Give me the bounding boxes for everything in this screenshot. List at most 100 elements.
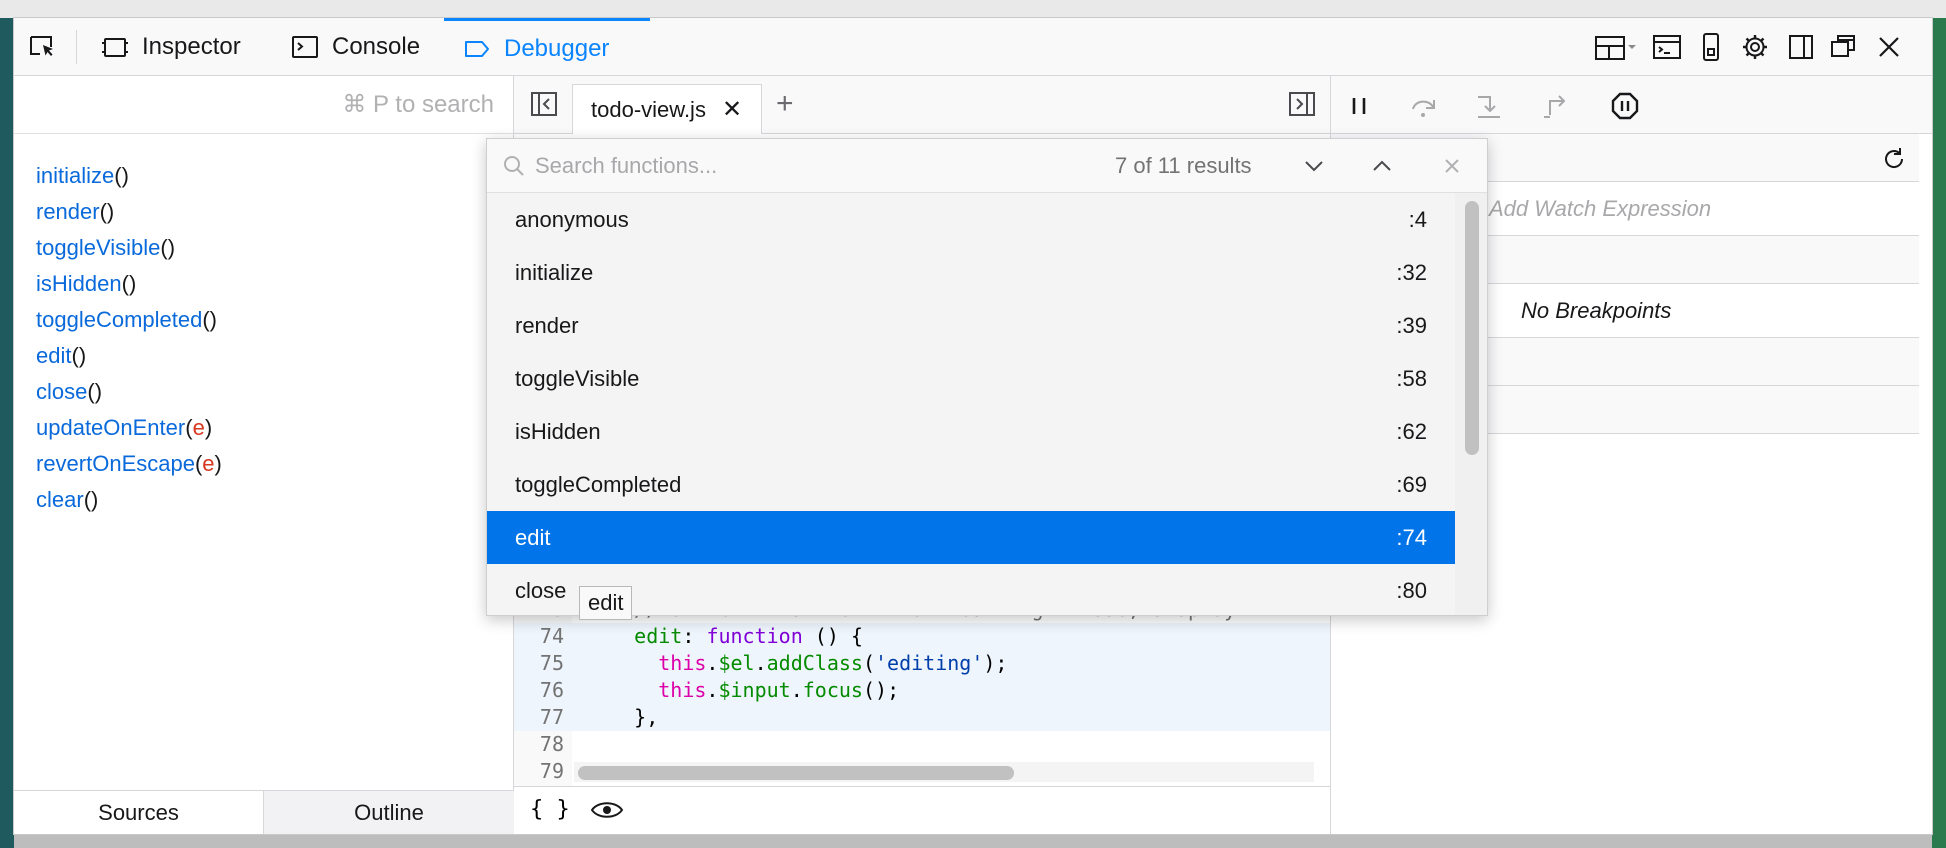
line-number[interactable]: 78 [514,731,572,758]
tooltip: edit [579,586,633,620]
step-over-button[interactable] [1405,88,1441,124]
desktop-backdrop-top [0,0,1946,18]
previous-result-button[interactable] [1367,151,1397,181]
refresh-icon[interactable] [1881,146,1907,178]
editor-tab-bar: todo-view.js ✕ + [514,76,1330,134]
outline-item[interactable]: initialize() [36,158,222,194]
pause-on-exceptions-icon [1611,92,1639,120]
code-line[interactable]: 75 this.$el.addClass('editing'); [514,650,1330,677]
dock-side-button[interactable] [1786,28,1816,66]
outline-function-name: revertOnEscape [36,451,195,476]
outline-item[interactable]: toggleVisible() [36,230,222,266]
code-text: edit: function () { [634,624,863,648]
toggle-sources-button[interactable] [526,86,562,122]
result-line-number: :62 [1396,418,1427,444]
outline-function-name: edit [36,343,72,368]
scrollbar-thumb[interactable] [1465,201,1479,455]
file-tab-todo-view[interactable]: todo-view.js ✕ [572,84,762,134]
line-number[interactable]: 79 [514,758,572,785]
next-result-button[interactable] [1299,151,1329,181]
pause-button[interactable] [1341,88,1377,124]
outline-function-name: toggleCompleted [36,307,203,332]
separate-window-button[interactable] [1828,28,1858,66]
result-function-name: anonymous [515,206,629,232]
dock-options-button[interactable] [1594,28,1638,66]
step-in-button[interactable] [1471,88,1507,124]
line-number[interactable]: 76 [514,677,572,704]
outline-item[interactable]: toggleCompleted() [36,302,222,338]
tab-outline[interactable]: Outline [264,791,514,834]
settings-button[interactable] [1740,28,1770,66]
outline-item[interactable]: render() [36,194,222,230]
scrollbar-thumb[interactable] [578,766,1014,780]
line-number[interactable]: 75 [514,650,572,677]
toggle-right-pane-button[interactable] [1284,86,1320,122]
tab-inspector[interactable]: Inspector [100,18,241,76]
result-line-number: :69 [1396,471,1427,497]
tab-sources[interactable]: Sources [14,791,264,834]
function-search-input[interactable] [535,149,1055,183]
code-text: this.$el.addClass('editing'); [658,651,1008,675]
step-over-icon [1412,100,1435,117]
add-tab-icon[interactable]: + [776,86,794,122]
outline-item[interactable]: clear() [36,482,222,518]
code-line[interactable]: 77 }, [514,704,1330,731]
close-search-button[interactable] [1437,151,1467,181]
eye-icon[interactable] [590,797,624,828]
outline-close-paren: ) [214,451,222,476]
result-row[interactable]: toggleCompleted:69 [487,458,1455,511]
results-count: 7 of 11 results [1115,153,1252,178]
outline-close-paren: ) [91,487,99,512]
tab-console[interactable]: Console [290,18,420,76]
chevron-up-icon [1373,160,1391,171]
inspector-icon [102,38,128,57]
outline-open-paren: ( [99,199,107,224]
code-text: }, [586,705,659,729]
pretty-print-button[interactable]: { } [530,797,570,822]
step-in-icon [1478,96,1500,118]
editor-footer: { } [514,786,1330,834]
close-toolbox-button[interactable] [1874,28,1904,66]
editor-horizontal-scrollbar[interactable] [574,762,1314,782]
outline-item[interactable]: edit() [36,338,222,374]
tab-debugger[interactable]: Debugger [444,18,650,76]
result-row[interactable]: render:39 [487,299,1455,352]
responsive-mode-button[interactable] [1696,28,1726,66]
outline-function-params: e [202,451,215,476]
outline-item[interactable]: updateOnEnter(e) [36,410,222,446]
result-row[interactable]: initialize:32 [487,246,1455,299]
step-out-button[interactable] [1537,88,1573,124]
outline-function-name: isHidden [36,271,122,296]
devtools-window: Inspector Console Debugger ⌘ P to search… [14,18,1932,834]
element-picker-icon [30,36,53,56]
code-line[interactable]: 74 edit: function () { [514,623,1330,650]
result-row[interactable]: edit:74 [487,511,1455,564]
outline-item[interactable]: isHidden() [36,266,222,302]
file-tab-label: todo-view.js [591,96,706,122]
result-row[interactable]: anonymous :4 [487,193,1455,246]
outline-open-paren: ( [160,235,168,260]
split-console-button[interactable] [1652,28,1682,66]
outline-item[interactable]: close() [36,374,222,410]
pause-on-exceptions-button[interactable] [1607,88,1643,124]
element-picker-button[interactable] [28,28,58,66]
function-results-list: anonymous :4 initialize:32 render:39 toggleV… [487,193,1455,615]
result-row[interactable]: isHidden:62 [487,405,1455,458]
outline-item[interactable]: revertOnEscape(e) [36,446,222,482]
code-line[interactable]: 76 this.$input.focus(); [514,677,1330,704]
outline-close-paren: ) [106,199,115,224]
outline-open-paren: ( [185,415,193,440]
sources-sidebar: ⌘ P to search initialize() render() toggle… [14,76,514,834]
result-row[interactable]: toggleVisible:58 [487,352,1455,405]
result-function-name: render [515,312,579,338]
line-number[interactable]: 74 [514,623,572,650]
results-vertical-scrollbar[interactable] [1455,193,1487,615]
outline-close-paren: ) [121,163,129,188]
code-line[interactable]: 78 [514,731,1330,758]
result-line-number: :4 [1408,206,1427,232]
line-number[interactable]: 77 [514,704,572,731]
sources-search-hint[interactable]: ⌘ P to search [14,76,514,134]
code-area[interactable]: 73 // Switch this view into `"editing"` … [514,596,1330,785]
close-tab-icon[interactable]: ✕ [722,95,742,124]
console-icon [292,36,318,58]
